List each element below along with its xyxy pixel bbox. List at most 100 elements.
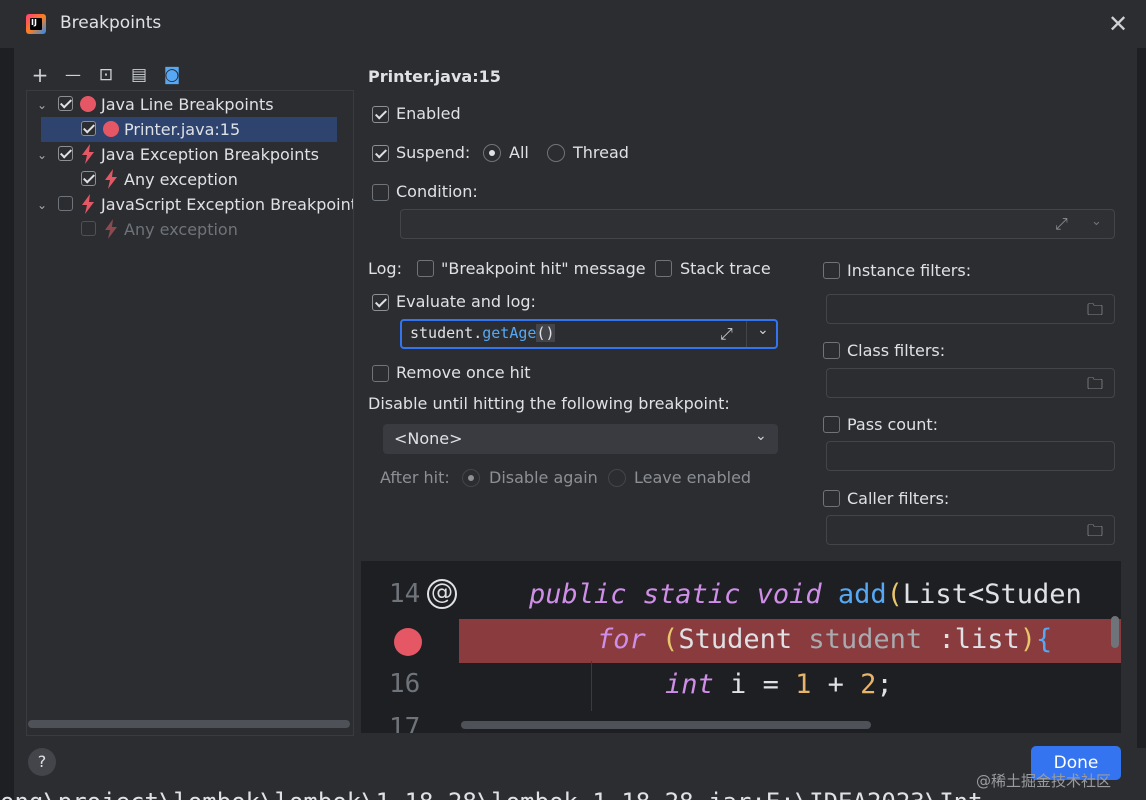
tree-checkbox[interactable] (58, 146, 73, 161)
disable-until-value: <None> (394, 429, 463, 448)
help-button[interactable]: ? (28, 748, 56, 776)
suspend-all-radio[interactable] (483, 144, 501, 162)
tree-checkbox[interactable] (58, 96, 73, 111)
lightning-icon (105, 219, 117, 239)
after-hit-label: After hit: (380, 468, 450, 487)
tree-checkbox[interactable] (81, 121, 96, 136)
tree-row-any-exception[interactable]: Any exception (27, 167, 353, 192)
group-by-package-icon[interactable]: ⊡ (95, 64, 117, 86)
title-bar (0, 0, 1146, 48)
line-number: 14 (389, 579, 421, 609)
add-icon[interactable]: + (29, 64, 51, 86)
leave-enabled-radio[interactable] (608, 469, 626, 487)
log-message-checkbox[interactable] (417, 260, 434, 277)
remove-icon[interactable]: — (62, 64, 84, 86)
tree-row-label: Java Line Breakpoints (101, 95, 274, 114)
breakpoint-tree[interactable]: ⌄ Java Line Breakpoints Printer.java:15 … (26, 90, 354, 736)
disable-again-radio[interactable] (462, 469, 480, 487)
condition-label[interactable]: Condition: (396, 182, 478, 201)
chevron-down-icon[interactable]: ⌄ (757, 322, 769, 338)
override-at-icon[interactable]: @ (427, 579, 457, 609)
tree-row-java-exception-breakpoints[interactable]: ⌄ Java Exception Breakpoints (27, 142, 353, 167)
pass-count-label[interactable]: Pass count: (847, 415, 938, 434)
watermark-text: @稀土掘金技术社区 (976, 772, 1112, 790)
group-by-file-icon[interactable]: ▤ (128, 64, 150, 86)
stack-trace-label[interactable]: Stack trace (680, 259, 771, 278)
tree-row-label: Printer.java:15 (124, 120, 241, 139)
breakpoint-dot-icon (80, 96, 96, 112)
chevron-down-icon[interactable]: ⌄ (35, 98, 49, 112)
tree-checkbox[interactable] (58, 196, 73, 211)
code-vertical-scrollbar[interactable] (1111, 616, 1119, 648)
folder-icon[interactable]: 🗀 (1087, 520, 1103, 547)
evaluate-expression-text: student.getAge() (410, 324, 555, 342)
tree-row-javascript-exception-breakpoints[interactable]: ⌄ JavaScript Exception Breakpoints (27, 192, 353, 217)
tree-row-label: Any exception (124, 170, 238, 189)
chevron-down-icon[interactable]: ⌄ (35, 148, 49, 162)
code-horizontal-scrollbar[interactable] (461, 721, 871, 729)
code-line-16: int i = 1 + 2; (665, 669, 893, 700)
instance-filters-checkbox[interactable] (823, 262, 840, 279)
tree-row-printer-java-15[interactable]: Printer.java:15 (41, 117, 337, 142)
tree-row-java-line-breakpoints[interactable]: ⌄ Java Line Breakpoints (27, 92, 353, 117)
condition-checkbox[interactable] (372, 184, 389, 201)
stack-trace-checkbox[interactable] (655, 260, 672, 277)
expand-icon[interactable]: ⤢ (1055, 214, 1068, 234)
disable-until-dropdown[interactable]: <None> ⌄ (383, 424, 778, 454)
code-preview[interactable]: 14 @ 16 17 public static void add(List<S… (361, 561, 1121, 733)
caller-filters-input[interactable]: 🗀 (826, 515, 1115, 545)
close-icon[interactable]: ✕ (1104, 10, 1132, 38)
instance-filters-input[interactable]: 🗀 (826, 294, 1115, 324)
pass-count-checkbox[interactable] (823, 416, 840, 433)
lightning-icon (105, 169, 117, 189)
suspend-checkbox[interactable] (372, 145, 389, 162)
chevron-down-icon[interactable]: ⌄ (35, 198, 49, 212)
log-message-label[interactable]: "Breakpoint hit" message (441, 259, 646, 278)
line-number: 16 (389, 669, 421, 699)
tree-row-any-exception-disabled[interactable]: Any exception (27, 217, 353, 242)
folder-icon[interactable]: 🗀 (1087, 299, 1103, 326)
leave-enabled-label[interactable]: Leave enabled (634, 468, 751, 487)
background-console-text: ong\project\lombok\lombok\1.18.28\lombok… (0, 784, 1146, 800)
tree-checkbox[interactable] (81, 221, 96, 236)
suspend-thread-label[interactable]: Thread (573, 143, 629, 162)
enabled-checkbox[interactable] (372, 106, 389, 123)
evaluate-and-log-label[interactable]: Evaluate and log: (396, 292, 536, 311)
expand-icon[interactable]: ⤢ (720, 324, 733, 344)
tree-horizontal-scrollbar[interactable] (28, 720, 350, 728)
caller-filters-label[interactable]: Caller filters: (847, 489, 949, 508)
folder-icon[interactable]: 🗀 (1087, 373, 1103, 400)
breakpoint-dot-icon (103, 121, 119, 137)
suspend-thread-radio[interactable] (547, 144, 565, 162)
instance-filters-label[interactable]: Instance filters: (847, 261, 971, 280)
tree-row-label: Any exception (124, 220, 238, 239)
suspend-all-label[interactable]: All (509, 143, 529, 162)
evaluate-expression-input[interactable]: student.getAge() ⤢ ⌄ (400, 319, 778, 349)
remove-once-hit-checkbox[interactable] (372, 365, 389, 382)
breakpoint-dot-icon[interactable] (394, 628, 422, 656)
log-label: Log: (368, 259, 402, 278)
line-number: 17 (389, 713, 421, 733)
class-filters-checkbox[interactable] (823, 342, 840, 359)
code-line-15: for (Student student :list){ (597, 624, 1053, 655)
intellij-app-icon: IJ (26, 14, 46, 34)
class-filters-input[interactable]: 🗀 (826, 368, 1115, 398)
chevron-down-icon[interactable]: ⌄ (1091, 214, 1102, 229)
restore-breakpoint-icon[interactable]: ◙ (161, 64, 183, 86)
suspend-label[interactable]: Suspend: (396, 143, 470, 162)
tree-row-label: JavaScript Exception Breakpoints (101, 195, 353, 214)
condition-input[interactable]: ⤢ ⌄ (400, 209, 1115, 239)
evaluate-and-log-checkbox[interactable] (372, 294, 389, 311)
class-filters-label[interactable]: Class filters: (847, 341, 945, 360)
dialog-title: Breakpoints (60, 13, 162, 33)
remove-once-hit-label[interactable]: Remove once hit (396, 363, 531, 382)
caller-filters-checkbox[interactable] (823, 490, 840, 507)
tree-checkbox[interactable] (81, 171, 96, 186)
tree-row-label: Java Exception Breakpoints (101, 145, 319, 164)
pass-count-input[interactable] (826, 441, 1115, 471)
enabled-label[interactable]: Enabled (396, 104, 461, 123)
code-line-14: public static void add(List<Studen (529, 579, 1082, 610)
lightning-icon (82, 194, 94, 214)
lightning-icon (82, 144, 94, 164)
disable-again-label[interactable]: Disable again (489, 468, 598, 487)
